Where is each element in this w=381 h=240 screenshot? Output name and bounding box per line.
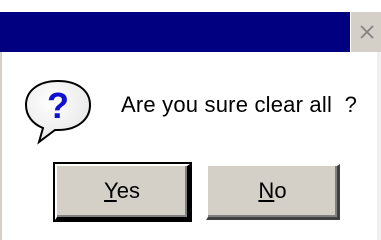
- close-icon: [360, 25, 374, 39]
- question-mark-glyph: ?: [47, 85, 69, 126]
- confirm-dialog: ? Are you sure clear all ? Yes No: [0, 0, 381, 240]
- no-access-key: N: [258, 178, 275, 203]
- dialog-left-border: [0, 52, 2, 240]
- no-button-label: No: [258, 178, 286, 203]
- dialog-right-border: [377, 52, 381, 240]
- dialog-message: Are you sure clear all ?: [121, 92, 358, 117]
- no-button[interactable]: No: [206, 164, 340, 220]
- no-label-rest: o: [274, 178, 287, 203]
- yes-button-label: Yes: [104, 178, 140, 203]
- close-button[interactable]: [350, 12, 381, 52]
- yes-access-key: Y: [104, 178, 117, 203]
- yes-button[interactable]: Yes: [53, 162, 192, 222]
- yes-label-rest: es: [116, 178, 140, 203]
- question-icon: ?: [24, 79, 92, 145]
- title-bar[interactable]: [0, 12, 350, 52]
